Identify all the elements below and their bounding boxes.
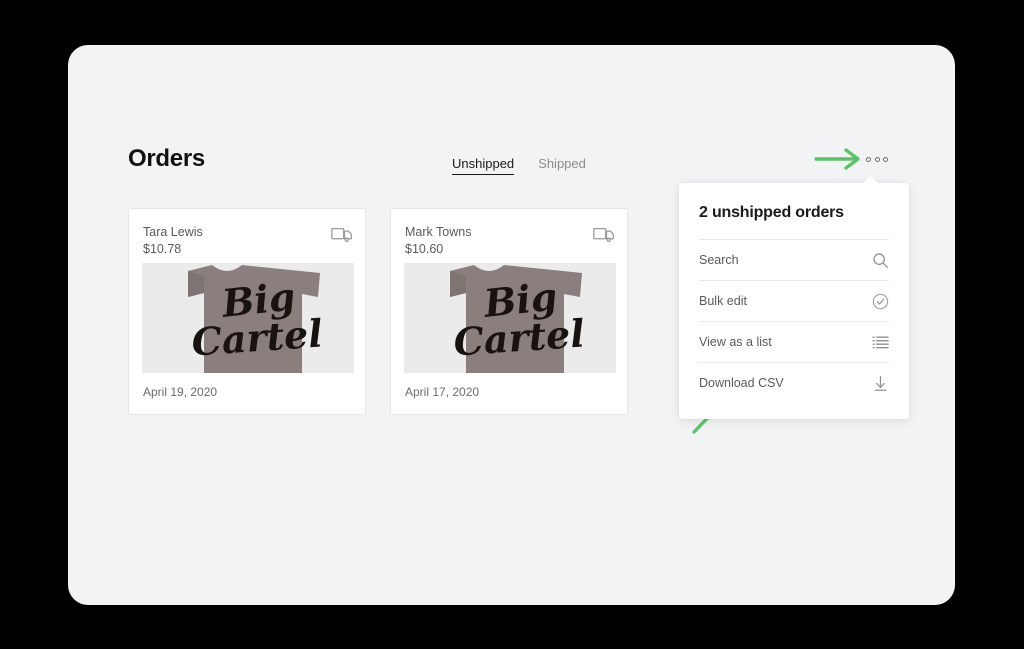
overflow-dropdown-menu: 2 unshipped orders Search Bulk edit View… — [679, 175, 909, 419]
svg-text:Cartel: Cartel — [190, 311, 324, 365]
order-date: April 17, 2020 — [405, 385, 480, 399]
order-date: April 19, 2020 — [143, 385, 218, 399]
tshirt-graphic: Big Cartel — [404, 263, 616, 373]
list-icon — [872, 334, 889, 351]
menu-item-bulk-edit[interactable]: Bulk edit — [699, 280, 889, 321]
download-icon — [872, 375, 889, 392]
order-customer-name: Tara Lewis — [143, 225, 203, 239]
truck-icon — [331, 227, 352, 242]
check-circle-icon — [872, 293, 889, 310]
order-card[interactable]: Mark Towns $10.60 Big Cartel April 17, 2… — [390, 208, 628, 415]
tshirt-graphic: Big Cartel — [142, 263, 354, 373]
truck-icon — [593, 227, 614, 242]
ellipsis-dot — [883, 156, 888, 162]
svg-text:Cartel: Cartel — [452, 311, 586, 365]
order-product-image: Big Cartel — [404, 263, 616, 373]
order-card-header: Mark Towns $10.60 — [405, 225, 613, 257]
order-card[interactable]: Tara Lewis $10.78 Big Cartel April 19, 2… — [128, 208, 366, 415]
dropdown-title: 2 unshipped orders — [699, 204, 844, 221]
ellipsis-icon[interactable] — [864, 150, 890, 168]
ellipsis-dot — [874, 156, 880, 162]
menu-item-label: Download CSV — [699, 376, 784, 390]
menu-item-label: View as a list — [699, 335, 772, 349]
order-price: $10.78 — [143, 242, 182, 256]
menu-item-label: Search — [699, 253, 739, 267]
menu-item-view-as-list[interactable]: View as a list — [699, 321, 889, 362]
dropdown-menu-list: Search Bulk edit View as a list Download… — [679, 239, 909, 419]
tab-shipped[interactable]: Shipped — [538, 156, 586, 174]
order-card-header: Tara Lewis $10.78 — [143, 225, 351, 257]
ellipsis-dot — [866, 156, 871, 162]
order-status-tabs: Unshipped Shipped — [452, 156, 586, 175]
search-icon — [872, 252, 889, 269]
order-product-image: Big Cartel — [142, 263, 354, 373]
page-title: Orders — [128, 145, 205, 172]
order-price: $10.60 — [405, 242, 444, 256]
order-customer-name: Mark Towns — [405, 225, 472, 239]
tab-unshipped[interactable]: Unshipped — [452, 156, 515, 175]
menu-item-label: Bulk edit — [699, 294, 747, 308]
screenshot-root: Orders Unshipped Shipped Tara Lewis $10.… — [0, 0, 1024, 649]
menu-item-search[interactable]: Search — [699, 239, 889, 280]
menu-item-download-csv[interactable]: Download CSV — [699, 362, 889, 403]
